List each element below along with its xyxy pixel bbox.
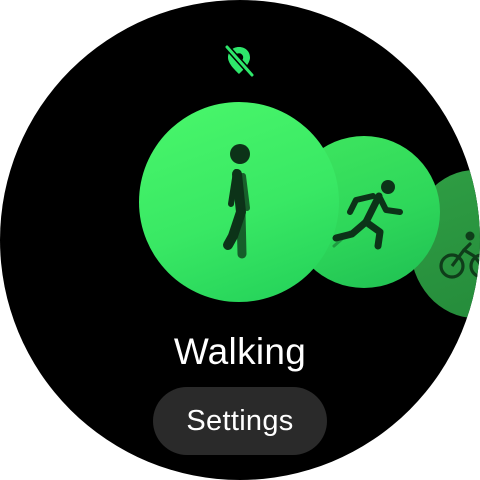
gps-off-icon (219, 41, 259, 81)
running-icon (332, 180, 403, 250)
activity-walking[interactable] (139, 102, 339, 302)
settings-button[interactable]: Settings (153, 387, 327, 455)
watch-face: Walking Settings (0, 0, 480, 480)
walking-icon (223, 144, 250, 259)
activity-title: Walking (173, 331, 307, 372)
cycling-icon (439, 231, 480, 279)
